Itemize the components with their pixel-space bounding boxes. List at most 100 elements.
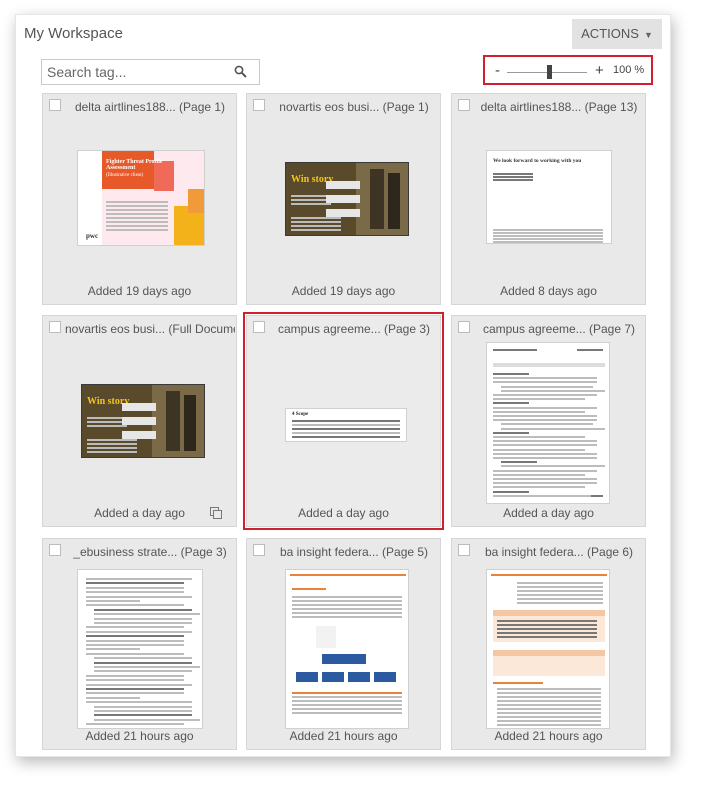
text-line (86, 696, 140, 699)
card-checkbox[interactable] (49, 544, 61, 556)
figure (370, 169, 384, 229)
text-line (493, 448, 585, 451)
pwc-logo: pwc (86, 232, 99, 240)
document-thumbnail[interactable]: 4 Scope (285, 408, 407, 442)
document-card[interactable]: campus agreeme... (Page 7) Added a day ag… (451, 315, 646, 527)
text-line (86, 652, 184, 655)
text-line (87, 425, 127, 427)
text-line (86, 591, 184, 594)
text-line (291, 199, 331, 201)
card-title[interactable]: _ebusiness strate... (Page 3) (65, 545, 235, 559)
text-line (493, 452, 597, 455)
text-line (493, 179, 533, 181)
document-card[interactable]: ba insight federa... (Page 5) Added 21 ho… (246, 538, 441, 750)
text-line (501, 427, 605, 430)
text-line (94, 617, 192, 620)
text-line (86, 635, 184, 638)
text-line (493, 232, 603, 234)
text-line (497, 636, 597, 638)
card-title[interactable]: novartis eos busi... (Full Document) (65, 322, 235, 336)
text-line (497, 720, 601, 722)
card-checkbox[interactable] (49, 321, 61, 333)
document-thumbnail[interactable]: Win story (285, 162, 409, 236)
text-line (86, 630, 192, 633)
card-checkbox[interactable] (253, 544, 265, 556)
copy-icon[interactable] (210, 507, 223, 520)
card-added-date: Added 19 days ago (291, 284, 396, 298)
card-title[interactable]: delta airtlines188... (Page 13) (474, 100, 644, 114)
document-thumbnail[interactable]: We look forward to working with you (486, 150, 612, 244)
text-line (86, 674, 184, 677)
search-box (41, 59, 260, 85)
document-card[interactable]: delta airtlines188... (Page 1) Fighter Th… (42, 93, 237, 305)
card-title[interactable]: delta airtlines188... (Page 1) (65, 100, 235, 114)
text-line (493, 415, 597, 417)
text-line (497, 724, 601, 726)
card-title[interactable]: ba insight federa... (Page 6) (474, 545, 644, 559)
document-card[interactable]: novartis eos busi... (Full Document) Win … (42, 315, 237, 527)
document-card[interactable]: novartis eos busi... (Page 1) Win story Ad… (246, 93, 441, 305)
actions-label: ACTIONS (581, 26, 639, 41)
text-line (94, 661, 192, 664)
diagram-node (322, 672, 344, 682)
callout-box (122, 431, 156, 439)
text-line (291, 225, 341, 227)
text-line (501, 389, 605, 392)
document-card[interactable]: ba insight federa... (Page 6) Added 21 ho… (451, 538, 646, 750)
diagram-node (296, 672, 318, 682)
card-title[interactable]: campus agreeme... (Page 3) (269, 322, 439, 336)
doc-icon (316, 626, 336, 648)
text-line (493, 238, 603, 240)
document-thumbnail[interactable] (285, 569, 409, 729)
card-title[interactable]: novartis eos busi... (Page 1) (269, 100, 439, 114)
text-line (87, 421, 127, 423)
text-line (292, 696, 402, 698)
text-line (493, 486, 585, 489)
text-line (106, 213, 168, 215)
text-line (94, 613, 200, 616)
card-checkbox[interactable] (253, 321, 265, 333)
text-line (292, 704, 402, 706)
document-thumbnail[interactable]: Fighter Threat Profile Assessment (Illust… (77, 150, 205, 246)
document-thumbnail[interactable]: Win story (81, 384, 205, 458)
document-thumbnail[interactable] (77, 569, 203, 729)
text-line (517, 586, 603, 588)
callout-box (326, 181, 360, 189)
card-checkbox[interactable] (458, 99, 470, 111)
card-checkbox[interactable] (458, 544, 470, 556)
card-checkbox[interactable] (49, 99, 61, 111)
zoom-out-button[interactable]: - (495, 62, 500, 79)
text-line (86, 701, 192, 704)
card-added-date: Added a day ago (94, 506, 185, 520)
text-line (497, 708, 601, 710)
card-title[interactable]: campus agreeme... (Page 7) (474, 322, 644, 336)
callout-box (326, 195, 360, 203)
document-thumbnail[interactable] (486, 342, 610, 504)
card-title[interactable]: ba insight federa... (Page 5) (269, 545, 439, 559)
document-card[interactable]: _ebusiness strate... (Page 3) Added 21 ho… (42, 538, 237, 750)
text-line (493, 381, 597, 384)
text-line (577, 349, 603, 351)
diagram-node (322, 654, 366, 664)
actions-button[interactable]: ACTIONS ▼ (572, 19, 662, 49)
card-checkbox[interactable] (458, 321, 470, 333)
search-input[interactable] (47, 63, 227, 81)
card-added-date: Added 19 days ago (87, 284, 192, 298)
text-line (497, 628, 597, 630)
text-line (86, 604, 184, 607)
card-added-date: Added 21 hours ago (289, 729, 398, 743)
text-line (517, 598, 603, 600)
zoom-in-button[interactable]: + (595, 62, 604, 79)
text-line (86, 692, 184, 695)
zoom-slider-handle[interactable] (547, 65, 552, 79)
document-thumbnail[interactable] (486, 569, 610, 729)
text-line (94, 657, 192, 660)
document-card[interactable]: delta airtlines188... (Page 13) We look f… (451, 93, 646, 305)
card-checkbox[interactable] (253, 99, 265, 111)
text-line (292, 608, 402, 610)
text-line (291, 217, 341, 219)
search-icon[interactable] (233, 64, 249, 80)
text-line (497, 700, 601, 702)
text-line (493, 235, 603, 237)
document-card[interactable]: campus agreeme... (Page 3) 4 Scope Added a… (243, 312, 444, 530)
